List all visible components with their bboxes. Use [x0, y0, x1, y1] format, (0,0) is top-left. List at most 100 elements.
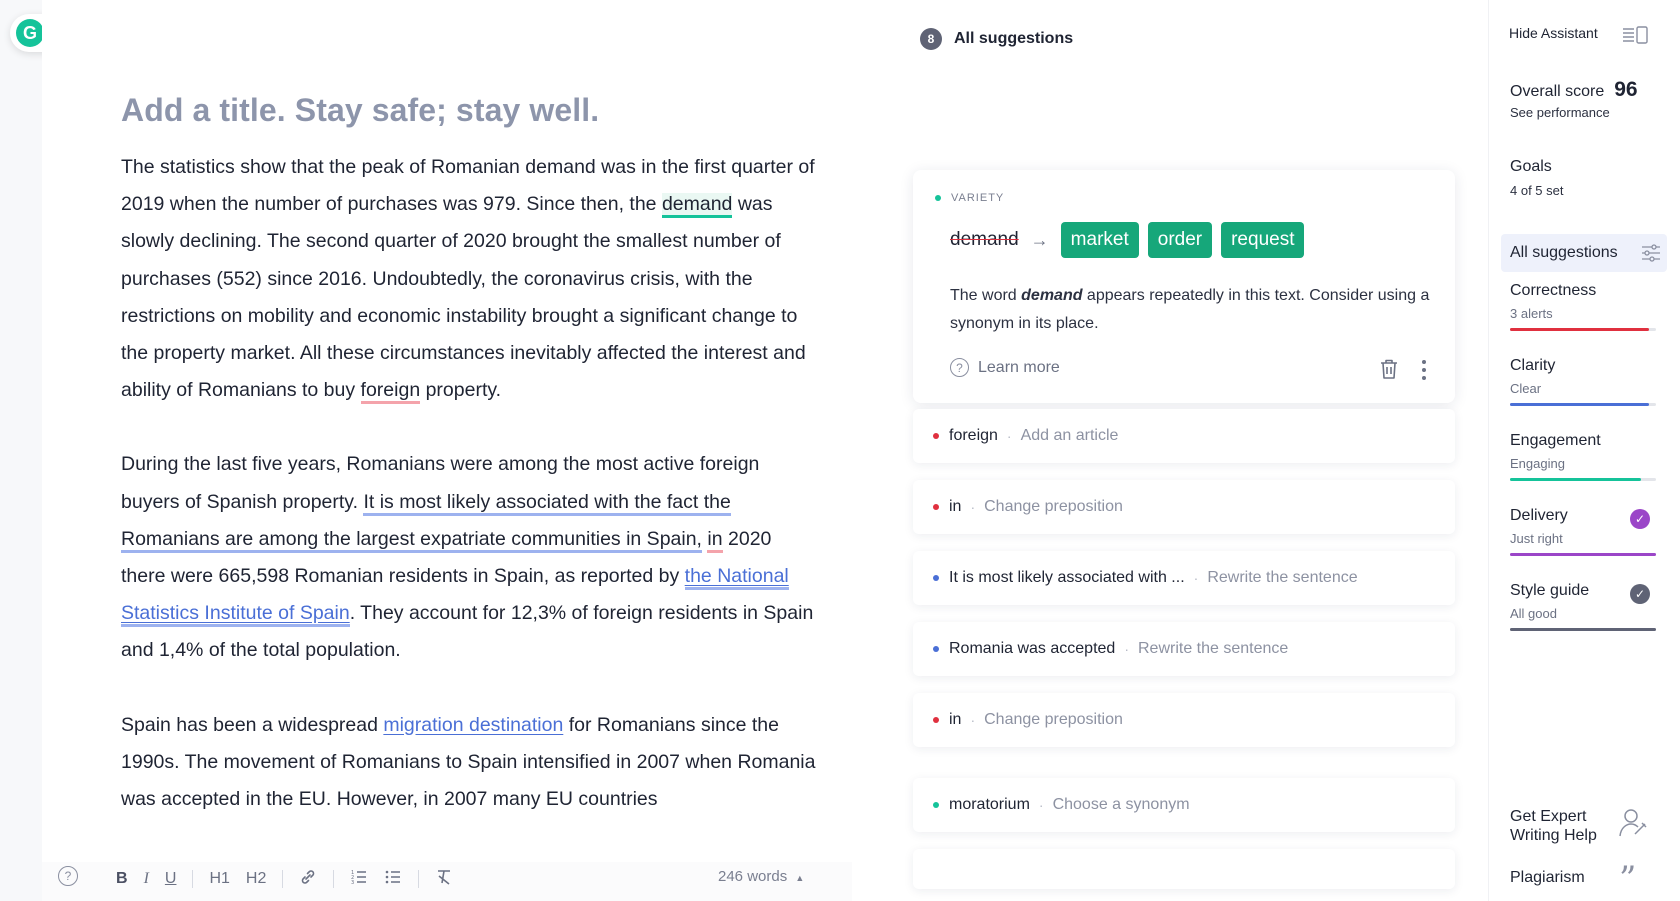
help-icon[interactable]: ?: [58, 866, 78, 886]
tab-label: All suggestions: [1510, 244, 1618, 261]
separator: ·: [1193, 570, 1199, 586]
plagiarism-button[interactable]: Plagiarism: [1510, 869, 1585, 887]
toolbar-divider: [192, 870, 194, 888]
category-status: All good: [1510, 606, 1557, 621]
suggestion-card-1[interactable]: in · Change preposition: [913, 480, 1455, 534]
card-word: Romania was accepted: [949, 640, 1116, 657]
category-bar-fill: [1510, 478, 1642, 481]
category-style-guide[interactable]: Style guide All good ✓: [1510, 582, 1656, 631]
suggestion-card-5[interactable]: moratorium · Choose a synonym: [913, 778, 1455, 832]
separator: ·: [1006, 428, 1012, 444]
numbered-list-icon[interactable]: 123: [350, 868, 368, 891]
suggestions-header: 8 All suggestions: [920, 28, 1073, 50]
overall-score-label: Overall score: [1510, 83, 1605, 100]
category-title: Clarity: [1510, 357, 1556, 374]
replacement-row: demand → market order request: [950, 222, 1313, 258]
category-bar-fill: [1510, 328, 1649, 331]
caret-up-icon: ▲: [795, 873, 805, 883]
suggestion-card-0[interactable]: foreign · Add an article: [913, 409, 1455, 463]
check-circle-icon: ✓: [1630, 509, 1650, 529]
category-status: 3 alerts: [1510, 306, 1553, 321]
status-dot: [933, 717, 939, 723]
synonym-button-request[interactable]: request: [1221, 222, 1305, 258]
kebab-icon[interactable]: [1421, 360, 1427, 380]
category-text: VARIETY: [951, 192, 1005, 204]
layout-icon[interactable]: [1622, 26, 1648, 49]
category-engagement[interactable]: Engagement Engaging: [1510, 432, 1656, 481]
italic-button[interactable]: I: [144, 870, 149, 888]
overall-score[interactable]: Overall score 96: [1510, 78, 1638, 102]
toolbar-divider: [418, 870, 420, 888]
heading2-button[interactable]: H2: [246, 870, 266, 888]
status-dot: [933, 646, 939, 652]
trash-icon[interactable]: [1379, 358, 1399, 385]
underline-button[interactable]: U: [165, 870, 177, 888]
card-hint: Change preposition: [984, 711, 1123, 728]
toolbar-divider: [333, 870, 335, 888]
paragraph-3[interactable]: Spain has been a widespread migration de…: [121, 707, 821, 819]
assistant-sidebar: Hide Assistant Overall score 96 See perf…: [1488, 0, 1680, 901]
learn-more-link[interactable]: ? Learn more: [950, 358, 1060, 377]
word-count[interactable]: 246 words ▲: [718, 868, 804, 885]
separator: ·: [970, 499, 976, 515]
category-label: VARIETY: [935, 192, 1004, 204]
desc-text: The word: [950, 287, 1022, 304]
heading1-button[interactable]: H1: [209, 870, 229, 888]
category-bar-fill: [1510, 553, 1656, 556]
tab-all-suggestions[interactable]: All suggestions: [1501, 234, 1667, 272]
suggestion-count-badge: 8: [920, 28, 942, 50]
clear-format-icon[interactable]: [435, 868, 453, 891]
question-icon: ?: [950, 358, 969, 377]
category-dot: [935, 195, 941, 201]
check-circle-icon: ✓: [1630, 584, 1650, 604]
filter-icon[interactable]: [1641, 244, 1661, 267]
document[interactable]: Add a title. Stay safe; stay well. The s…: [121, 92, 821, 855]
category-delivery[interactable]: Delivery Just right ✓: [1510, 507, 1656, 556]
suggestions-title: All suggestions: [954, 30, 1074, 47]
category-bar-fill: [1510, 403, 1649, 406]
bullet-list-icon[interactable]: [384, 868, 402, 891]
highlight-foreign[interactable]: foreign: [360, 379, 421, 405]
paragraph-2[interactable]: During the last five years, Romanians we…: [121, 446, 821, 669]
quote-icon[interactable]: ”: [1619, 862, 1636, 896]
see-performance-link[interactable]: See performance: [1510, 105, 1610, 120]
link-migration-destination[interactable]: migration destination: [383, 714, 563, 736]
goals-button[interactable]: Goals: [1510, 158, 1552, 176]
card-word: It is most likely associated with ...: [949, 569, 1185, 586]
svg-text:3: 3: [351, 880, 354, 886]
synonym-button-market[interactable]: market: [1060, 222, 1139, 258]
card-hint: Add an article: [1020, 427, 1119, 444]
expert-help-button[interactable]: Get Expert Writing Help: [1510, 807, 1620, 845]
synonym-button-order[interactable]: order: [1147, 222, 1213, 258]
suggestion-description: The word demand appears repeatedly in th…: [950, 282, 1430, 338]
original-word: demand: [950, 229, 1019, 250]
suggestion-card-3[interactable]: Romania was accepted · Rewrite the sente…: [913, 622, 1455, 676]
paragraph-1[interactable]: The statistics show that the peak of Rom…: [121, 149, 821, 409]
expert-icon[interactable]: [1619, 808, 1647, 843]
category-status: Clear: [1510, 381, 1542, 396]
highlight-in[interactable]: in: [707, 527, 723, 553]
hide-assistant-button[interactable]: Hide Assistant: [1509, 25, 1598, 41]
suggestion-card-4[interactable]: in · Change preposition: [913, 693, 1455, 747]
category-clarity[interactable]: Clarity Clear: [1510, 357, 1656, 406]
category-bar: [1510, 628, 1656, 631]
format-toolbar: B I U H1 H2 123: [116, 866, 469, 892]
card-word: in: [949, 711, 962, 728]
status-dot: [933, 802, 939, 808]
card-hint: Rewrite the sentence: [1137, 640, 1289, 657]
suggestion-card-partial[interactable]: [913, 849, 1455, 889]
category-bar: [1510, 553, 1656, 556]
card-word: moratorium: [949, 796, 1030, 813]
active-suggestion-card[interactable]: VARIETY demand → market order request Th…: [913, 170, 1455, 403]
suggestion-card-2[interactable]: It is most likely associated with ... · …: [913, 551, 1455, 605]
highlight-demand[interactable]: demand: [661, 193, 733, 219]
link-icon[interactable]: [299, 868, 317, 891]
category-bar-fill: [1510, 628, 1656, 631]
toolbar-divider: [282, 870, 284, 888]
category-title: Correctness: [1510, 282, 1597, 299]
goals-status: 4 of 5 set: [1510, 183, 1564, 198]
bold-button[interactable]: B: [116, 870, 128, 888]
doc-title[interactable]: Add a title. Stay safe; stay well.: [121, 92, 821, 129]
category-correctness[interactable]: Correctness 3 alerts: [1510, 282, 1656, 331]
grammarly-g-icon[interactable]: G: [16, 19, 44, 47]
